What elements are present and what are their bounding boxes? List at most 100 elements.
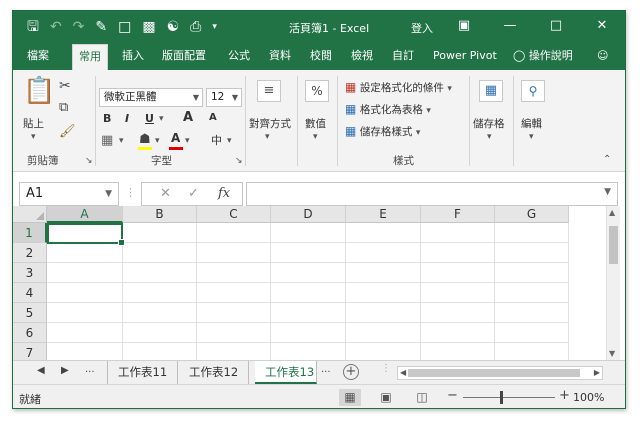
- tab-home[interactable]: 常用: [72, 44, 108, 70]
- column-header[interactable]: B: [123, 206, 197, 223]
- expand-formula-icon[interactable]: ▼: [604, 187, 611, 197]
- grid-cell[interactable]: [47, 283, 123, 303]
- grid-cell[interactable]: [421, 283, 495, 303]
- save-icon[interactable]: 🖫: [27, 18, 39, 36]
- column-header[interactable]: C: [197, 206, 271, 223]
- format-painter-icon[interactable]: 🖌: [59, 124, 76, 139]
- row-header[interactable]: 1: [13, 223, 47, 243]
- grid-cell[interactable]: [123, 283, 197, 303]
- search-icon[interactable]: ⚲: [521, 80, 545, 102]
- grid-cell[interactable]: [421, 303, 495, 323]
- sheet-tab-11[interactable]: 工作表11: [107, 361, 179, 384]
- sheet-tab-12[interactable]: 工作表12: [179, 361, 250, 384]
- tab-insert[interactable]: 插入: [116, 44, 150, 70]
- enter-icon[interactable]: ✓: [188, 186, 199, 201]
- grid-cell[interactable]: [495, 243, 569, 263]
- grid-cell[interactable]: [197, 263, 271, 283]
- row-header[interactable]: 6: [13, 323, 47, 343]
- grid-cell[interactable]: [421, 223, 495, 243]
- grid-cell[interactable]: [47, 243, 123, 263]
- grid-cell[interactable]: [421, 263, 495, 283]
- formula-input[interactable]: ▼: [246, 182, 618, 206]
- scroll-up-icon[interactable]: ▲: [609, 208, 615, 217]
- scrollbar-thumb[interactable]: [408, 369, 580, 377]
- customize-qat-icon[interactable]: ▾: [212, 18, 217, 36]
- tab-file[interactable]: 檔案: [21, 44, 55, 70]
- zoom-slider-track[interactable]: [463, 397, 555, 398]
- cells-icon[interactable]: ▦: [479, 80, 503, 102]
- grid-cell[interactable]: [495, 303, 569, 323]
- column-header[interactable]: D: [271, 206, 346, 223]
- alignment-dropdown-icon[interactable]: ▾: [265, 132, 270, 142]
- grid-cell[interactable]: [197, 243, 271, 263]
- row-header[interactable]: 3: [13, 263, 47, 283]
- tab-formulas[interactable]: 公式: [222, 44, 256, 70]
- grid-cell[interactable]: [346, 323, 421, 343]
- login-link[interactable]: 登入: [411, 20, 433, 36]
- grid-cell[interactable]: [197, 343, 271, 360]
- fill-dropdown-icon[interactable]: ▾: [155, 136, 160, 146]
- grid-cell[interactable]: [495, 223, 569, 243]
- conditional-format-button[interactable]: ▦ 設定格式化的條件 ▾: [345, 80, 452, 95]
- paste-icon[interactable]: 📋: [23, 76, 55, 106]
- grid-cell[interactable]: [271, 283, 346, 303]
- grid-cell[interactable]: [197, 303, 271, 323]
- grid-cell[interactable]: [47, 323, 123, 343]
- insert-function-icon[interactable]: fx: [218, 186, 230, 201]
- number-label[interactable]: 數值: [305, 116, 326, 131]
- grid-cell[interactable]: [123, 223, 197, 243]
- grid-cell[interactable]: [123, 303, 197, 323]
- page-break-view-icon[interactable]: ◫: [411, 389, 433, 406]
- redo-icon[interactable]: ↷: [73, 18, 85, 36]
- number-dropdown-icon[interactable]: ▾: [313, 132, 318, 142]
- editing-label[interactable]: 編輯: [521, 116, 542, 131]
- normal-view-icon[interactable]: ▦: [339, 389, 361, 406]
- minimize-icon[interactable]: —: [487, 11, 533, 44]
- form-icon[interactable]: ✎: [95, 18, 107, 36]
- select-all-button[interactable]: [13, 206, 47, 223]
- grid-cell[interactable]: [197, 323, 271, 343]
- column-header[interactable]: G: [495, 206, 569, 223]
- tab-view[interactable]: 檢視: [345, 44, 379, 70]
- grid-cell[interactable]: [271, 263, 346, 283]
- grid-cell[interactable]: [123, 243, 197, 263]
- grid-cell[interactable]: [421, 243, 495, 263]
- more-sheets-right[interactable]: ...: [321, 364, 331, 375]
- border-icon[interactable]: ▦: [101, 133, 113, 148]
- percent-icon[interactable]: %: [305, 80, 329, 102]
- grid-cell[interactable]: [271, 323, 346, 343]
- phonetic-button[interactable]: 中: [211, 132, 222, 148]
- scrollbar-thumb[interactable]: [609, 226, 618, 264]
- tab-page-layout[interactable]: 版面配置: [156, 44, 212, 70]
- cells-dropdown-icon[interactable]: ▾: [487, 132, 492, 142]
- save-as-icon[interactable]: ▩: [142, 18, 155, 36]
- zoom-slider-thumb[interactable]: [500, 391, 503, 404]
- editing-dropdown-icon[interactable]: ▾: [529, 132, 534, 142]
- underline-button[interactable]: U: [145, 112, 154, 125]
- grid-cell[interactable]: [346, 343, 421, 360]
- scroll-down-icon[interactable]: ▼: [609, 349, 615, 358]
- align-icon[interactable]: ≡: [257, 80, 281, 102]
- cell-styles-button[interactable]: ▦ 儲存格樣式 ▾: [345, 124, 420, 139]
- row-header[interactable]: 5: [13, 303, 47, 323]
- font-color-button[interactable]: A: [171, 131, 180, 145]
- name-box[interactable]: A1 ▼: [19, 182, 119, 206]
- grid-cell[interactable]: [123, 323, 197, 343]
- italic-button[interactable]: I: [125, 112, 129, 125]
- scroll-right-icon[interactable]: ▶: [594, 368, 600, 377]
- close-icon[interactable]: ✕: [579, 11, 625, 44]
- new-file-icon[interactable]: □: [118, 18, 131, 36]
- grid-cell[interactable]: [495, 343, 569, 360]
- font-name-select[interactable]: 微軟正黑體 ▼: [99, 88, 203, 107]
- scroll-left-icon[interactable]: ◀: [400, 368, 406, 377]
- column-header[interactable]: A: [47, 206, 123, 223]
- font-color-dropdown-icon[interactable]: ▾: [185, 136, 190, 146]
- worksheet-grid[interactable]: ABCDEFG 1234567: [13, 206, 613, 360]
- page-layout-view-icon[interactable]: ▣: [375, 389, 397, 406]
- paste-dropdown-icon[interactable]: ▾: [31, 132, 36, 142]
- grid-cell[interactable]: [346, 303, 421, 323]
- tab-power-pivot[interactable]: Power Pivot: [427, 44, 503, 70]
- ribbon-display-icon[interactable]: ▣: [441, 11, 487, 44]
- vertical-scrollbar[interactable]: ▲ ▼: [606, 206, 620, 360]
- grid-cell[interactable]: [346, 223, 421, 243]
